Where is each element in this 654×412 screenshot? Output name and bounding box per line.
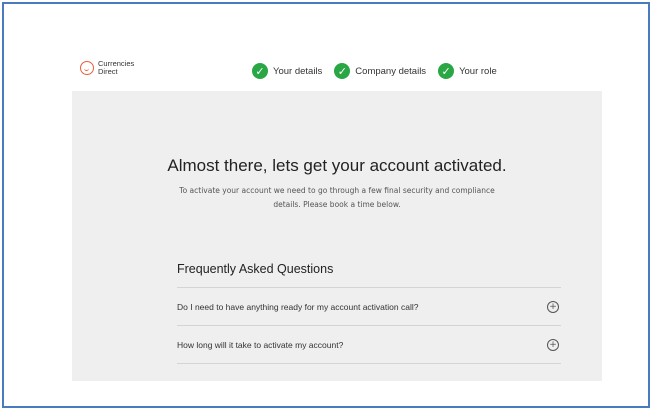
currencies-direct-logo-icon (80, 61, 94, 75)
step-label: Your details (273, 65, 323, 77)
step-your-details: ✓ Your details (252, 63, 322, 79)
check-icon: ✓ (438, 63, 455, 79)
check-icon: ✓ (252, 63, 268, 79)
expand-plus-icon[interactable]: + (547, 338, 559, 351)
faq-question: Do I need to have anything ready for my … (177, 301, 419, 312)
progress-steps: ✓ Your details ✓ Company details ✓ Your … (252, 63, 509, 79)
faq-heading: Frequently Asked Questions (177, 262, 334, 276)
expand-plus-icon[interactable]: + (547, 300, 559, 313)
step-label: Your role (459, 65, 497, 77)
faq-list: Do I need to have anything ready for my … (177, 287, 561, 364)
faq-item[interactable]: Do I need to have anything ready for my … (177, 288, 561, 326)
check-icon: ✓ (334, 63, 351, 79)
brand-name-line2: Direct (98, 67, 118, 76)
page-subtitle: To activate your account we need to go t… (179, 186, 495, 209)
step-company-details: ✓ Company details (334, 63, 426, 79)
brand-logo[interactable]: Currencies Direct (80, 60, 134, 76)
faq-question: How long will it take to activate my acc… (177, 339, 344, 350)
step-your-role: ✓ Your role (438, 63, 497, 79)
step-label: Company details (355, 65, 427, 77)
brand-name: Currencies Direct (98, 60, 134, 76)
activation-panel: Almost there, lets get your account acti… (72, 91, 602, 381)
page-title: Almost there, lets get your account acti… (167, 156, 507, 175)
faq-item[interactable]: How long will it take to activate my acc… (177, 326, 561, 364)
